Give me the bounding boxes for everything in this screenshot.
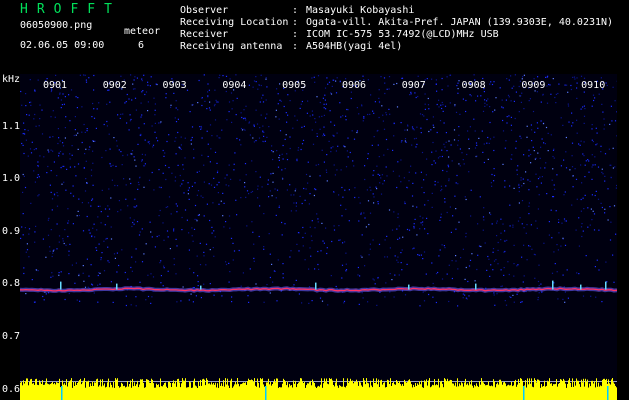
observer-row: Observer: Masayuki Kobayashi — [180, 5, 415, 16]
y-tick-0-6: 0.6 — [2, 383, 21, 395]
x-tick-0901: 0901 — [43, 80, 67, 91]
x-tick-0908: 0908 — [462, 80, 486, 91]
x-tick-0905: 0905 — [282, 80, 306, 91]
date-time: 02.06.05 09:00 — [20, 40, 105, 51]
x-tick-0904: 0904 — [222, 80, 246, 91]
y-tick-0-7: 0.7 — [2, 330, 21, 342]
x-tick-0906: 0906 — [342, 80, 366, 91]
file-name: 06050900.png — [20, 20, 93, 31]
y-axis-unit: kHz — [2, 74, 21, 85]
y-tick-0-8: 0.8 — [2, 278, 21, 290]
x-tick-0907: 0907 — [402, 80, 426, 91]
x-tick-0910: 0910 — [581, 80, 605, 91]
y-tick-0-9: 0.9 — [2, 225, 21, 237]
spectrogram-plot: 0901 0902 0903 0904 0905 0906 0907 0908 0909 0910 — [20, 74, 617, 400]
meteor-label: meteor — [124, 26, 161, 37]
meteor-count: 6 — [138, 40, 145, 51]
y-tick-1-0: 1.0 — [2, 173, 21, 185]
header: HROFFT 06050900.png 02.06.05 09:00 meteo… — [0, 0, 629, 72]
spectrogram-canvas: 0901 0902 0903 0904 0905 0906 0907 0908 0909 0910 — [20, 74, 617, 400]
app-brand: HROFFT — [20, 2, 121, 17]
x-tick-0902: 0902 — [103, 80, 127, 91]
antenna-row: Receiving antenna: A504HB(yagi 4el) — [180, 41, 403, 52]
y-tick-1-1: 1.1 — [2, 120, 21, 132]
location-row: Receiving Location: Ogata-vill. Akita-Pre… — [180, 17, 614, 28]
receiver-row: Receiver: ICOM IC-575 53.7492(@LCD)MHz US… — [180, 29, 499, 40]
plot-background — [20, 74, 617, 400]
x-tick-0903: 0903 — [163, 80, 187, 91]
x-tick-0909: 0909 — [521, 80, 545, 91]
